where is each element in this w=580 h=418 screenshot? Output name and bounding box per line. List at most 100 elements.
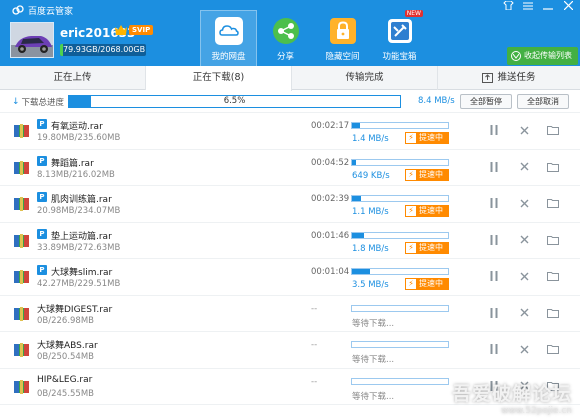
download-arrow-icon: ↓ xyxy=(12,97,20,107)
time-remaining: 00:04:52 xyxy=(311,157,350,168)
avatar[interactable] xyxy=(10,22,54,58)
tab-downloading[interactable]: 正在下载(8) xyxy=(146,66,292,91)
push-task-icon xyxy=(482,73,494,83)
folder-icon[interactable] xyxy=(546,269,560,283)
svip-badge[interactable]: SVIP xyxy=(115,25,154,35)
pause-icon[interactable] xyxy=(487,342,501,356)
file-progress-fill xyxy=(352,232,364,238)
time-remaining: 00:02:17 xyxy=(311,121,350,131)
nav-my-disk[interactable]: 我的网盘 xyxy=(200,10,257,66)
menu-icon[interactable] xyxy=(518,0,538,18)
pause-icon[interactable] xyxy=(487,306,501,320)
download-row[interactable]: P 舞蹈篇.rar 8.13MB/216.02MB 00:04:52 649 K… xyxy=(0,150,580,186)
storage-quota-bar: 79.93GB/2068.00GB xyxy=(60,44,146,56)
download-row[interactable]: P 大球舞slim.rar 42.27MB/229.51MB 00:01:04 … xyxy=(0,259,580,296)
minimize-icon[interactable] xyxy=(538,0,558,18)
pause-icon[interactable] xyxy=(487,196,501,210)
file-name: 舞蹈篇.rar xyxy=(51,158,94,169)
nav-toolbox[interactable]: NEW 功能宝箱 xyxy=(371,10,428,66)
total-label-text: 下载总进度 xyxy=(21,98,65,108)
speed-boost-badge[interactable]: ⚡ 提速中 xyxy=(405,241,449,254)
boost-label: 提速中 xyxy=(419,169,443,179)
tab-uploading[interactable]: 正在上传 xyxy=(0,66,146,90)
time-remaining: 00:01:04 xyxy=(311,267,350,277)
app-header: 百度云管家 eric201633 SVIP 79.93GB/2068.00GB … xyxy=(0,0,580,66)
file-size: 0B/250.54MB xyxy=(37,352,95,362)
file-progress-bar xyxy=(351,268,449,275)
folder-icon[interactable] xyxy=(546,123,560,137)
main-nav: 我的网盘 分享 隐藏空间 NEW 功能宝箱 xyxy=(200,10,428,66)
folder-icon[interactable] xyxy=(546,233,560,247)
file-progress-fill xyxy=(352,269,370,274)
speed-boost-badge[interactable]: ⚡ 提速中 xyxy=(405,132,449,144)
total-progress-bar: 6.5% xyxy=(68,95,401,108)
boost-label: 提速中 xyxy=(419,133,443,142)
boost-label: 提速中 xyxy=(419,242,443,252)
boost-label: 提速中 xyxy=(419,206,443,215)
collapse-label: 收起传输列表 xyxy=(524,51,572,60)
watermark-title: 吾爱破解论坛 xyxy=(451,383,572,405)
pause-icon[interactable] xyxy=(487,269,501,283)
quota-text: 79.93GB/2068.00GB xyxy=(63,45,146,54)
folder-icon[interactable] xyxy=(546,306,560,320)
speed-boost-badge[interactable]: ⚡ 提速中 xyxy=(405,278,449,290)
cancel-icon[interactable] xyxy=(517,306,531,320)
total-progress-label: ↓ 下载总进度 xyxy=(12,96,64,108)
file-name: 大球舞ABS.rar xyxy=(37,341,98,351)
cancel-icon[interactable] xyxy=(517,342,531,356)
file-size: 0B/245.55MB xyxy=(37,388,95,399)
cancel-icon[interactable] xyxy=(517,233,531,247)
folder-icon[interactable] xyxy=(546,160,560,174)
download-row[interactable]: 大球舞DIGEST.rar 0B/226.98MB -- 等待下载... xyxy=(0,296,580,332)
rar-archive-icon xyxy=(14,160,29,175)
download-row[interactable]: P 有氧运动.rar 19.80MB/235.60MB 00:02:17 1.4… xyxy=(0,113,580,150)
file-size: 0B/226.98MB xyxy=(37,315,95,326)
download-row[interactable]: P 肌肉训练篇.rar 20.98MB/234.07MB 00:02:39 1.… xyxy=(0,186,580,223)
p2p-badge-icon: P xyxy=(37,155,47,166)
tab-push-tasks[interactable]: 推送任务 xyxy=(438,66,580,90)
lightning-icon: ⚡ xyxy=(406,169,416,180)
window-controls xyxy=(498,0,578,18)
collapse-transfer-list-button[interactable]: 收起传输列表 xyxy=(507,47,578,65)
folder-icon[interactable] xyxy=(546,342,560,356)
cancel-all-button[interactable]: 全部取消 xyxy=(517,94,569,109)
file-name: 肌肉训练篇.rar xyxy=(51,195,112,205)
pause-icon[interactable] xyxy=(487,160,501,174)
close-icon[interactable] xyxy=(558,0,578,18)
baidu-cloud-logo-icon xyxy=(12,5,24,15)
skin-icon[interactable] xyxy=(498,0,518,18)
download-speed: 1.1 MB/s xyxy=(352,207,389,217)
cancel-icon[interactable] xyxy=(517,196,531,210)
toolbox-icon xyxy=(384,16,416,46)
cancel-icon[interactable] xyxy=(517,269,531,283)
nav-label: 功能宝箱 xyxy=(382,52,417,62)
cancel-icon[interactable] xyxy=(517,160,531,174)
cloud-icon xyxy=(213,16,245,46)
pause-icon[interactable] xyxy=(487,233,501,247)
download-list: P 有氧运动.rar 19.80MB/235.60MB 00:02:17 1.4… xyxy=(0,113,580,405)
app-title-bar: 百度云管家 xyxy=(12,3,73,17)
download-row[interactable]: P 垫上运动篇.rar 33.89MB/272.63MB 00:01:46 1.… xyxy=(0,223,580,259)
lightning-icon: ⚡ xyxy=(406,133,416,143)
file-size: 20.98MB/234.07MB xyxy=(37,206,121,216)
pause-icon[interactable] xyxy=(487,123,501,137)
p2p-badge-icon: P xyxy=(37,228,47,239)
file-size: 33.89MB/272.63MB xyxy=(37,242,121,253)
nav-share[interactable]: 分享 xyxy=(257,10,314,66)
folder-icon[interactable] xyxy=(546,196,560,210)
app-title: 百度云管家 xyxy=(28,6,74,17)
speed-boost-badge[interactable]: ⚡ 提速中 xyxy=(405,168,449,181)
share-icon xyxy=(270,16,302,46)
download-speed: 3.5 MB/s xyxy=(352,280,389,290)
file-name: 垫上运动篇.rar xyxy=(51,231,112,242)
nav-hidden-space[interactable]: 隐藏空间 xyxy=(314,10,371,66)
file-progress-bar xyxy=(351,158,449,166)
speed-boost-badge[interactable]: ⚡ 提速中 xyxy=(405,205,449,217)
cancel-icon[interactable] xyxy=(517,123,531,137)
file-name: HIP&LEG.rar xyxy=(37,374,93,385)
file-progress-fill xyxy=(352,123,361,128)
tab-completed[interactable]: 传输完成 xyxy=(292,66,438,90)
rar-archive-icon xyxy=(14,343,29,357)
pause-all-button[interactable]: 全部暂停 xyxy=(460,94,512,109)
download-row[interactable]: 大球舞ABS.rar 0B/250.54MB -- 等待下载... xyxy=(0,332,580,369)
